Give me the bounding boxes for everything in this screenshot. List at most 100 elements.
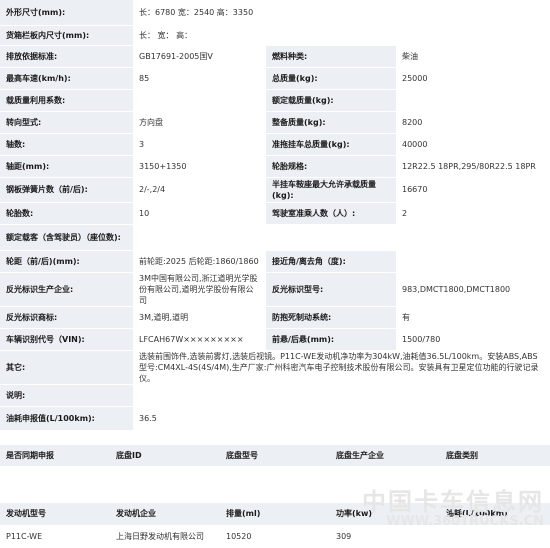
cab-label: 驾驶室准乘人数（人）: [266, 202, 396, 225]
tires-count-label: 轮胎数: [0, 202, 133, 225]
overhang-label: 前悬/后悬(mm): [266, 328, 396, 351]
tire-value: 12R22.5 18PR,295/80R22.5 18PR [396, 155, 550, 178]
chassis-data-row [0, 466, 550, 489]
reflect-brand-value: 3M,道明,道明 [133, 306, 266, 329]
chassis-header-model: 底盘型号 [220, 444, 330, 467]
row-tires-count: 轮胎数: 10 驾驶室准乘人数（人）: 2 [0, 202, 550, 225]
engine-header-row: 发动机型号 发动机企业 排量(ml) 功率(kw) 油耗(L/100km) [0, 503, 550, 526]
tire-label: 轮胎规格: [266, 155, 396, 178]
chassis-cell-id [110, 466, 220, 489]
note-label: 说明: [0, 384, 133, 407]
chassis-cell-type [440, 466, 550, 489]
speed-label: 最高车速(km/h): [0, 67, 133, 90]
chassis-cell-sync [0, 466, 110, 489]
tires-count-value: 10 [133, 202, 266, 225]
chassis-cell-maker [330, 466, 440, 489]
row-emission: 排放依据标准: GB17691-2005国V 燃料种类: 柴油 [0, 45, 550, 68]
abs-label: 防抱死制动系统: [266, 306, 396, 329]
spec-table: 外形尺寸(mm): 长：6780 宽：2540 高：3350 货箱栏板内尺寸(m… [0, 0, 550, 431]
load-util-label: 载质量利用系数: [0, 89, 133, 112]
engine-header-model: 发动机型号 [0, 503, 110, 526]
row-wheelbase: 轴距(mm): 3150+1350 轮胎规格: 12R22.5 18PR,295… [0, 155, 550, 178]
fuel-cons-value: 36.5 [133, 406, 550, 431]
steering-label: 转向型式: [0, 111, 133, 134]
curb-label: 整备质量(kg): [266, 111, 396, 134]
angle-value [396, 250, 550, 273]
chassis-header-row: 是否同期申报 底盘ID 底盘型号 底盘生产企业 底盘类别 [0, 444, 550, 467]
springs-value: 2/-,2/4 [133, 177, 266, 203]
wheelbase-value: 3150+1350 [133, 155, 266, 178]
dims-value: 长：6780 宽：2540 高：3350 [133, 0, 550, 26]
row-springs: 钢板弹簧片数（前/后): 2/-,2/4 半挂车鞍座最大允许承载质量(kg): … [0, 177, 550, 203]
row-steering: 转向型式: 方向盘 整备质量(kg): 8200 [0, 111, 550, 134]
chassis-cell-model [220, 466, 330, 489]
total-mass-value: 25000 [396, 67, 550, 90]
curb-value: 8200 [396, 111, 550, 134]
engine-header-fuel: 油耗(L/100km) [440, 503, 550, 526]
dims-label: 外形尺寸(mm): [0, 0, 133, 26]
axles-label: 轴数: [0, 133, 133, 156]
saddle-label: 半挂车鞍座最大允许承载质量(kg): [266, 177, 396, 203]
reflect-co-label: 反光标识生产企业: [0, 272, 133, 307]
engine-cell-displacement: 10520 [220, 525, 330, 548]
track-label: 轮距（前/后)(mm): [0, 250, 133, 273]
steering-value: 方向盘 [133, 111, 266, 134]
springs-label: 钢板弹簧片数（前/后): [0, 177, 133, 203]
fuel-cons-label: 油耗申报值(L/100km): [0, 406, 133, 431]
row-load-util: 载质量利用系数: 额定载质量(kg): [0, 89, 550, 112]
axles-value: 3 [133, 133, 266, 156]
load-util-value [133, 89, 266, 112]
row-fuel-cons: 油耗申报值(L/100km): 36.5 [0, 406, 550, 431]
row-dims: 外形尺寸(mm): 长：6780 宽：2540 高：3350 [0, 0, 550, 26]
vin-label: 车辆识别代号（VIN): [0, 328, 133, 351]
row-speed: 最高车速(km/h): 85 总质量(kg): 25000 [0, 67, 550, 90]
chassis-header-type: 底盘类别 [440, 444, 550, 467]
track-value: 前轮距:2025 后轮距:1860/1860 [133, 250, 266, 273]
passengers-label: 额定载客（含驾驶员）（座位数): [0, 224, 133, 251]
fuel-value: 柴油 [396, 45, 550, 68]
row-track: 轮距（前/后)(mm): 前轮距:2025 后轮距:1860/1860 接近角/… [0, 250, 550, 273]
emission-label: 排放依据标准: [0, 45, 133, 68]
reflect-model-value: 983,DMCT1800,DMCT1800 [396, 272, 550, 307]
row-axles: 轴数: 3 准拖挂车总质量(kg): 40000 [0, 133, 550, 156]
row-vin: 车辆识别代号（VIN): LFCAH67W××××××××× 前悬/后悬(mm)… [0, 328, 550, 351]
engine-cell-model: P11C-WE [0, 525, 110, 548]
cab-value: 2 [396, 202, 550, 225]
rated-load-value [396, 89, 550, 112]
chassis-header-maker: 底盘生产企业 [330, 444, 440, 467]
passengers-value [133, 224, 550, 251]
reflect-model-label: 反光标识型号: [266, 272, 396, 307]
tow-value: 40000 [396, 133, 550, 156]
engine-header-displacement: 排量(ml) [220, 503, 330, 526]
row-cargo: 货箱栏板内尺寸(mm): 长： 宽： 高： [0, 25, 550, 46]
engine-header-maker: 发动机企业 [110, 503, 220, 526]
engine-cell-maker: 上海日野发动机有限公司 [110, 525, 220, 548]
overhang-value: 1500/780 [396, 328, 550, 351]
other-value: 选装前围饰件,选装前雾灯,选装后视镜。P11C-WE发动机净功率为304kW,油… [133, 350, 550, 385]
speed-value: 85 [133, 67, 266, 90]
note-value [133, 384, 550, 407]
chassis-header-sync: 是否同期申报 [0, 444, 110, 467]
row-passengers: 额定载客（含驾驶员）（座位数): [0, 224, 550, 251]
tow-label: 准拖挂车总质量(kg): [266, 133, 396, 156]
emission-value: GB17691-2005国V [133, 45, 266, 68]
cargo-label: 货箱栏板内尺寸(mm): [0, 25, 133, 46]
angle-label: 接近角/离去角（度): [266, 250, 396, 273]
engine-cell-fuel [440, 525, 550, 548]
other-label: 其它: [0, 350, 133, 385]
chassis-header-id: 底盘ID [110, 444, 220, 467]
engine-header-power: 功率(kw) [330, 503, 440, 526]
reflect-brand-label: 反光标识商标: [0, 306, 133, 329]
total-mass-label: 总质量(kg): [266, 67, 396, 90]
chassis-table: 是否同期申报 底盘ID 底盘型号 底盘生产企业 底盘类别 [0, 444, 550, 489]
reflect-co-value: 3M中国有限公司,浙江道明光学股份有限公司,道明光学股份有限公司 [133, 272, 266, 307]
row-reflect-co: 反光标识生产企业: 3M中国有限公司,浙江道明光学股份有限公司,道明光学股份有限… [0, 272, 550, 307]
engine-cell-power: 309 [330, 525, 440, 548]
engine-data-row: P11C-WE 上海日野发动机有限公司 10520 309 [0, 525, 550, 548]
row-note: 说明: [0, 384, 550, 407]
vin-value: LFCAH67W××××××××× [133, 328, 266, 351]
row-other: 其它: 选装前围饰件,选装前雾灯,选装后视镜。P11C-WE发动机净功率为304… [0, 350, 550, 385]
wheelbase-label: 轴距(mm): [0, 155, 133, 178]
engine-table: 发动机型号 发动机企业 排量(ml) 功率(kw) 油耗(L/100km) P1… [0, 503, 550, 548]
